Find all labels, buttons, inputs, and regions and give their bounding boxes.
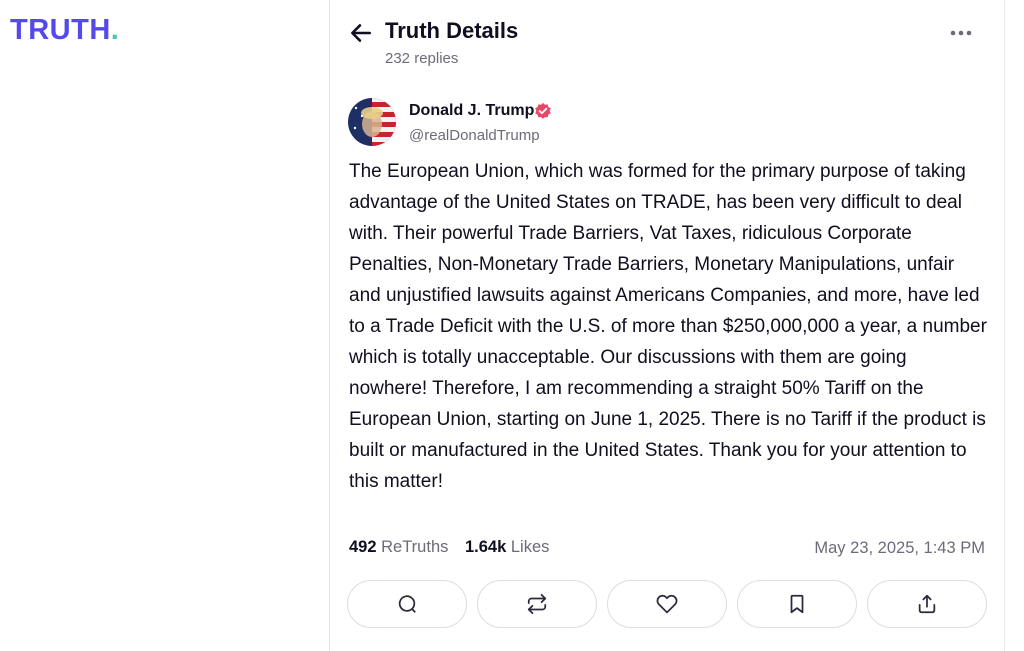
bookmark-icon xyxy=(790,594,804,614)
share-button[interactable] xyxy=(867,580,987,628)
like-button[interactable] xyxy=(607,580,727,628)
post-timestamp: May 23, 2025, 1:43 PM xyxy=(814,539,985,557)
post-stats: 492 ReTruths 1.64k Likes xyxy=(349,538,561,557)
page-title: Truth Details xyxy=(385,18,519,43)
truth-logo[interactable]: TRUTH. xyxy=(10,14,119,47)
back-arrow-icon[interactable] xyxy=(348,20,374,46)
retruths-stat[interactable]: 492 ReTruths xyxy=(349,538,448,556)
retruth-button[interactable] xyxy=(477,580,597,628)
bookmark-button[interactable] xyxy=(737,580,857,628)
post-body: The European Union, which was formed for… xyxy=(349,161,987,492)
reply-button[interactable] xyxy=(347,580,467,628)
share-icon xyxy=(918,594,936,614)
post-column: Truth Details 232 replies Donald J. Trum… xyxy=(329,0,1005,651)
retruth-icon xyxy=(527,593,547,615)
like-icon xyxy=(656,594,678,614)
page: TRUTH. Truth Details 232 replies Donald … xyxy=(0,0,1024,651)
page-header: Truth Details 232 replies xyxy=(330,0,1004,80)
author-name[interactable]: Donald J. Trump xyxy=(409,102,534,120)
more-options-icon[interactable] xyxy=(948,23,974,43)
verified-badge-icon xyxy=(534,102,552,120)
avatar[interactable] xyxy=(348,98,396,146)
replies-count: 232 replies xyxy=(385,50,459,67)
reply-icon xyxy=(398,595,416,613)
author-handle[interactable]: @realDonaldTrump xyxy=(409,127,540,144)
likes-stat[interactable]: 1.64k Likes xyxy=(465,538,549,556)
action-bar xyxy=(347,580,989,628)
